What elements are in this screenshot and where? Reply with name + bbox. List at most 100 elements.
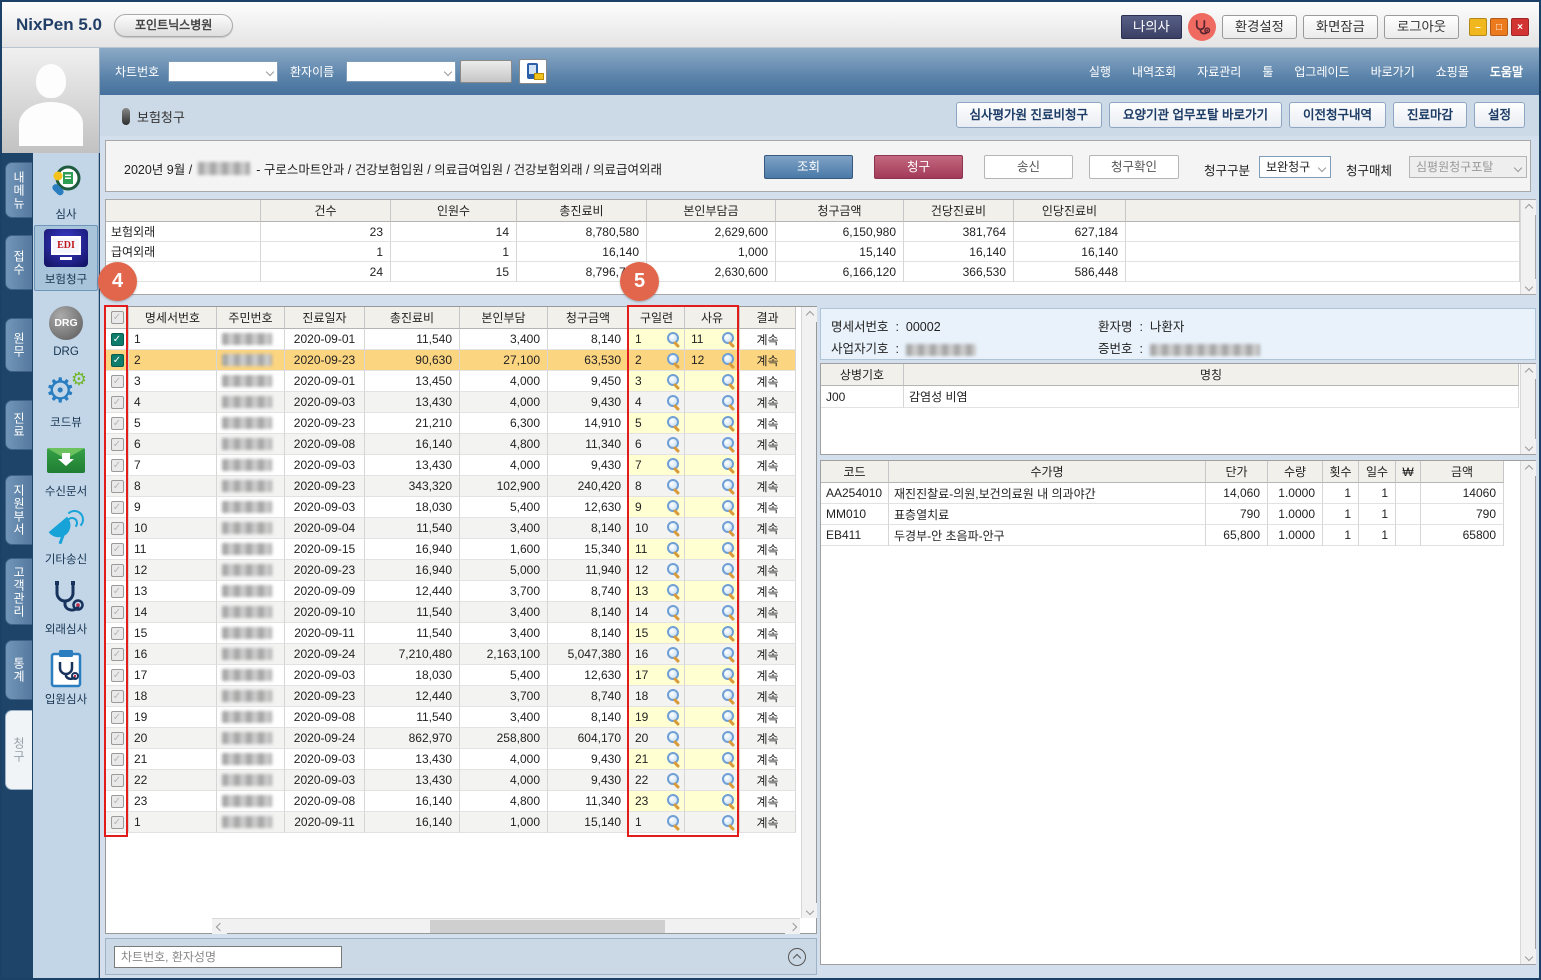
claim-row[interactable]: ✓ 4 2020-09-03 13,430 4,000 9,430 4 계속	[106, 392, 797, 413]
magnifier-icon[interactable]	[666, 626, 681, 641]
row-checkbox[interactable]: ✓	[111, 354, 124, 367]
row-checkbox[interactable]: ✓	[111, 396, 124, 409]
my-doctor-button[interactable]: 나의사	[1121, 15, 1182, 39]
magnifier-icon[interactable]	[721, 584, 736, 599]
magnifier-icon[interactable]	[721, 416, 736, 431]
magnifier-icon[interactable]	[666, 563, 681, 578]
magnifier-icon[interactable]	[721, 500, 736, 515]
magnifier-icon[interactable]	[721, 773, 736, 788]
row-checkbox[interactable]: ✓	[111, 501, 124, 514]
magnifier-icon[interactable]	[666, 752, 681, 767]
magnifier-icon[interactable]	[721, 395, 736, 410]
send-button[interactable]: 송신	[984, 155, 1073, 179]
summary-row[interactable]: 급여외래1116,1401,00015,14016,14016,140	[106, 242, 1520, 262]
sidebar-item-inbox-envelope[interactable]: 수신문서	[34, 437, 98, 503]
row-checkbox[interactable]: ✓	[111, 732, 124, 745]
row-checkbox[interactable]: ✓	[111, 543, 124, 556]
sidebar-item-satellite[interactable]: 기타송신	[34, 505, 98, 571]
magnifier-icon[interactable]	[721, 479, 736, 494]
magnifier-icon[interactable]	[721, 374, 736, 389]
collapse-up-icon[interactable]	[788, 948, 806, 966]
magnifier-icon[interactable]	[721, 647, 736, 662]
magnifier-icon[interactable]	[666, 437, 681, 452]
magnifier-icon[interactable]	[666, 773, 681, 788]
claims-hscrollbar[interactable]	[212, 918, 800, 933]
magnifier-icon[interactable]	[666, 647, 681, 662]
claim-type-select[interactable]: 보완청구	[1259, 156, 1331, 178]
scroll-up-icon[interactable]	[802, 307, 817, 322]
sidebar-item-gears[interactable]: ⚙⚙코드뷰	[34, 368, 98, 434]
magnifier-icon[interactable]	[721, 752, 736, 767]
claim-row[interactable]: ✓ 19 2020-09-08 11,540 3,400 8,140 19 계속	[106, 707, 797, 728]
magnifier-icon[interactable]	[666, 668, 681, 683]
claim-row[interactable]: ✓ 6 2020-09-08 16,140 4,800 11,340 6 계속	[106, 434, 797, 455]
codes-scrollbar[interactable]	[1520, 461, 1535, 964]
claim-row[interactable]: ✓ 22 2020-09-03 13,430 4,000 9,430 22 계속	[106, 770, 797, 791]
menu-item[interactable]: 업그레이드	[1294, 63, 1349, 80]
claim-row[interactable]: ✓ 7 2020-09-03 13,430 4,000 9,430 7 계속	[106, 455, 797, 476]
maximize-button[interactable]: □	[1490, 18, 1508, 36]
row-checkbox[interactable]: ✓	[111, 438, 124, 451]
menu-item[interactable]: 바로가기	[1371, 63, 1415, 80]
row-checkbox[interactable]: ✓	[111, 564, 124, 577]
sidebar-tab[interactable]: 지원부서	[5, 475, 32, 545]
magnifier-icon[interactable]	[721, 731, 736, 746]
claim-row[interactable]: ✓ 12 2020-09-23 16,940 5,000 11,940 12 계…	[106, 560, 797, 581]
row-checkbox[interactable]: ✓	[111, 606, 124, 619]
sidebar-item-edi-monitor[interactable]: EDI보험청구	[34, 225, 98, 291]
sidebar-tab[interactable]: 진료	[5, 400, 32, 450]
row-checkbox[interactable]: ✓	[111, 711, 124, 724]
magnifier-icon[interactable]	[721, 353, 736, 368]
screen-lock-button[interactable]: 화면잠금	[1303, 15, 1378, 39]
minimize-button[interactable]: –	[1469, 18, 1487, 36]
claim-row[interactable]: ✓ 15 2020-09-11 11,540 3,400 8,140 15 계속	[106, 623, 797, 644]
quick-search-input[interactable]	[114, 946, 342, 968]
sidebar-item-audit-magnifier[interactable]: 심사	[34, 160, 98, 226]
claim-row[interactable]: ✓ 16 2020-09-24 7,210,480 2,163,100 5,04…	[106, 644, 797, 665]
menu-item[interactable]: 도움말	[1490, 63, 1523, 80]
magnifier-icon[interactable]	[721, 605, 736, 620]
sidebar-tab[interactable]: 접수	[5, 235, 32, 290]
sidebar-tab[interactable]: 청구	[5, 710, 32, 790]
scroll-up-icon[interactable]	[1521, 200, 1536, 215]
sidebar-item-clipboard-stethoscope[interactable]: 입원심사	[34, 645, 98, 711]
magnifier-icon[interactable]	[721, 626, 736, 641]
summary-row[interactable]: 보험외래23148,780,5802,629,6006,150,980381,7…	[106, 222, 1520, 242]
row-checkbox[interactable]: ✓	[111, 648, 124, 661]
magnifier-icon[interactable]	[721, 332, 736, 347]
claim-row[interactable]: ✓ 23 2020-09-08 16,140 4,800 11,340 23 계…	[106, 791, 797, 812]
row-checkbox[interactable]: ✓	[111, 522, 124, 535]
claim-row[interactable]: ✓ 1 2020-09-11 16,140 1,000 15,140 1 계속	[106, 812, 797, 833]
config-button[interactable]: 설정	[1474, 102, 1525, 128]
claim-confirm-button[interactable]: 청구확인	[1089, 155, 1179, 179]
row-checkbox[interactable]: ✓	[111, 669, 124, 682]
previous-claims-button[interactable]: 이전청구내역	[1289, 102, 1386, 128]
menu-item[interactable]: 자료관리	[1197, 63, 1241, 80]
code-row[interactable]: AA254010재진진찰료-의원,보건의료원 내 의과야간14,0601.000…	[821, 483, 1505, 504]
sidebar-item-stethoscope[interactable]: 외래심사	[34, 575, 98, 641]
sidebar-tab[interactable]: 원무	[5, 318, 32, 372]
close-button[interactable]: ×	[1511, 18, 1529, 36]
sidebar-tab[interactable]: 내메뉴	[5, 162, 32, 218]
portal-shortcut-button[interactable]: 요양기관 업무포탈 바로가기	[1109, 102, 1282, 128]
magnifier-icon[interactable]	[666, 794, 681, 809]
code-row[interactable]: MM010표층열치료7901.000011790	[821, 504, 1505, 525]
claim-row[interactable]: ✓ 14 2020-09-10 11,540 3,400 8,140 14 계속	[106, 602, 797, 623]
claim-row[interactable]: ✓ 5 2020-09-23 21,210 6,300 14,910 5 계속	[106, 413, 797, 434]
row-checkbox[interactable]: ✓	[111, 816, 124, 829]
claim-row[interactable]: ✓ 2 2020-09-23 90,630 27,100 63,530 2 12…	[106, 350, 797, 371]
magnifier-icon[interactable]	[666, 605, 681, 620]
claim-row[interactable]: ✓ 13 2020-09-09 12,440 3,700 8,740 13 계속	[106, 581, 797, 602]
scroll-left-icon[interactable]	[212, 919, 227, 934]
menu-item[interactable]: 실행	[1089, 63, 1111, 80]
disease-scrollbar[interactable]	[1520, 364, 1535, 454]
magnifier-icon[interactable]	[721, 437, 736, 452]
menu-item[interactable]: 쇼핑몰	[1436, 63, 1469, 80]
magnifier-icon[interactable]	[666, 710, 681, 725]
magnifier-icon[interactable]	[666, 815, 681, 830]
row-checkbox[interactable]: ✓	[111, 375, 124, 388]
row-checkbox[interactable]: ✓	[111, 459, 124, 472]
hira-claim-button[interactable]: 심사평가원 진료비청구	[956, 102, 1102, 128]
settings-button[interactable]: 환경설정	[1222, 15, 1297, 39]
magnifier-icon[interactable]	[666, 458, 681, 473]
